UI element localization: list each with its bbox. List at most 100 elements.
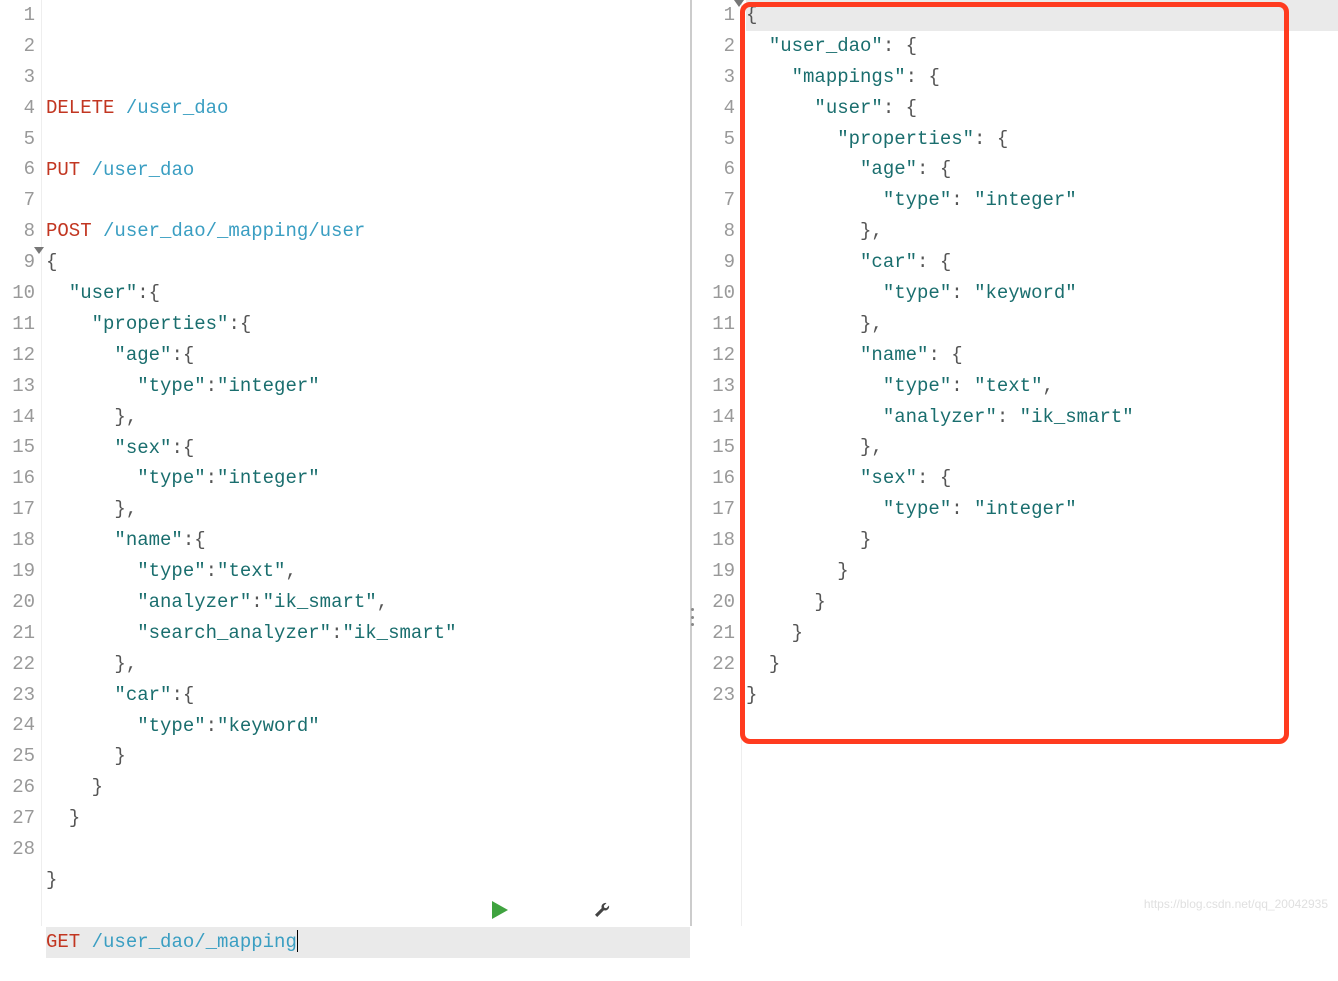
code-line[interactable]: POST /user_dao/_mapping/user <box>46 216 690 247</box>
code-line[interactable]: DELETE /user_dao <box>46 93 690 124</box>
code-line[interactable]: }, <box>746 309 1338 340</box>
response-gutter: 1234567891011121314151617181920212223 <box>692 0 742 926</box>
line-number: 9 <box>0 247 35 278</box>
code-line[interactable]: } <box>46 865 690 896</box>
code-line[interactable]: "name": { <box>746 340 1338 371</box>
request-gutter: 1234567891011121314151617181920212223242… <box>0 0 42 926</box>
code-line[interactable]: "search_analyzer":"ik_smart" <box>46 618 690 649</box>
code-line[interactable]: "user": { <box>746 93 1338 124</box>
code-line[interactable]: }, <box>46 402 690 433</box>
code-line[interactable]: "car":{ <box>46 680 690 711</box>
code-line[interactable]: } <box>746 649 1338 680</box>
line-number: 16 <box>0 463 35 494</box>
fold-caret-icon[interactable] <box>34 247 44 254</box>
watermark-text: https://blog.csdn.net/qq_20042935 <box>1144 889 1328 920</box>
code-line[interactable]: "type":"text", <box>46 556 690 587</box>
code-line[interactable]: "analyzer": "ik_smart" <box>746 402 1338 433</box>
code-line[interactable]: } <box>746 587 1338 618</box>
line-number: 8 <box>0 216 35 247</box>
code-line[interactable]: "type": "integer" <box>746 494 1338 525</box>
line-number: 10 <box>0 278 35 309</box>
code-line[interactable]: } <box>46 803 690 834</box>
line-number: 4 <box>692 93 735 124</box>
line-number: 7 <box>692 185 735 216</box>
code-line[interactable]: "type": "text", <box>746 371 1338 402</box>
line-number: 12 <box>0 340 35 371</box>
code-line[interactable]: } <box>746 618 1338 649</box>
line-number: 11 <box>692 309 735 340</box>
fold-caret-icon[interactable] <box>734 0 744 7</box>
line-number: 24 <box>0 710 35 741</box>
code-line[interactable]: }, <box>46 649 690 680</box>
line-number: 23 <box>0 680 35 711</box>
code-line[interactable]: "user":{ <box>46 278 690 309</box>
code-line[interactable]: "type":"keyword" <box>46 711 690 742</box>
code-line[interactable] <box>46 896 690 927</box>
code-line[interactable]: PUT /user_dao <box>46 155 690 186</box>
line-number: 7 <box>0 185 35 216</box>
code-line[interactable]: "sex": { <box>746 463 1338 494</box>
code-line[interactable]: } <box>46 741 690 772</box>
code-line[interactable]: "type": "keyword" <box>746 278 1338 309</box>
code-line[interactable]: "user_dao": { <box>746 31 1338 62</box>
line-number: 3 <box>0 62 35 93</box>
code-line[interactable]: GET /user_dao/_mapping <box>46 927 690 958</box>
line-number: 8 <box>692 216 735 247</box>
code-line[interactable]: "type": "integer" <box>746 185 1338 216</box>
line-number: 1 <box>0 0 35 31</box>
line-number: 21 <box>692 618 735 649</box>
code-line[interactable] <box>46 834 690 865</box>
line-number: 17 <box>0 494 35 525</box>
code-line[interactable]: { <box>46 247 690 278</box>
line-number: 9 <box>692 247 735 278</box>
code-line[interactable]: }, <box>746 216 1338 247</box>
code-line[interactable]: }, <box>46 494 690 525</box>
line-number: 23 <box>692 680 735 711</box>
line-number: 26 <box>0 772 35 803</box>
line-number: 13 <box>0 371 35 402</box>
line-number: 2 <box>0 31 35 62</box>
response-code[interactable]: { "user_dao": { "mappings": { "user": { … <box>742 0 1338 926</box>
code-line[interactable]: "car": { <box>746 247 1338 278</box>
code-line[interactable]: "name":{ <box>46 525 690 556</box>
code-line[interactable]: "properties":{ <box>46 309 690 340</box>
code-line[interactable]: { <box>746 0 1338 31</box>
line-number: 3 <box>692 62 735 93</box>
code-line[interactable]: } <box>746 556 1338 587</box>
code-line[interactable]: "analyzer":"ik_smart", <box>46 587 690 618</box>
line-number: 1 <box>692 0 735 31</box>
line-number: 14 <box>692 402 735 433</box>
code-line[interactable]: "type":"integer" <box>46 371 690 402</box>
code-line[interactable]: }, <box>746 432 1338 463</box>
line-number: 20 <box>0 587 35 618</box>
line-number: 15 <box>0 432 35 463</box>
line-number: 5 <box>0 124 35 155</box>
line-number: 28 <box>0 834 35 865</box>
code-line[interactable]: "age": { <box>746 154 1338 185</box>
line-number: 25 <box>0 741 35 772</box>
line-number: 16 <box>692 463 735 494</box>
line-number: 20 <box>692 587 735 618</box>
code-line[interactable]: "type":"integer" <box>46 463 690 494</box>
code-line[interactable]: } <box>46 772 690 803</box>
request-editor-panel[interactable]: 1234567891011121314151617181920212223242… <box>0 0 692 926</box>
response-viewer-panel[interactable]: 1234567891011121314151617181920212223 { … <box>692 0 1338 926</box>
line-number: 18 <box>692 525 735 556</box>
line-number: 11 <box>0 309 35 340</box>
request-code[interactable]: DELETE /user_dao PUT /user_dao POST /user_… <box>42 0 690 926</box>
code-line[interactable]: "mappings": { <box>746 62 1338 93</box>
code-line[interactable]: } <box>746 680 1338 711</box>
line-number: 21 <box>0 618 35 649</box>
code-line[interactable] <box>46 185 690 216</box>
line-number: 18 <box>0 525 35 556</box>
line-number: 12 <box>692 340 735 371</box>
line-number: 15 <box>692 432 735 463</box>
code-line[interactable]: "sex":{ <box>46 433 690 464</box>
line-number: 22 <box>692 649 735 680</box>
code-line[interactable]: "age":{ <box>46 340 690 371</box>
code-line[interactable] <box>46 124 690 155</box>
splitter-handle-icon[interactable] <box>689 608 695 626</box>
code-line[interactable]: } <box>746 525 1338 556</box>
text-cursor <box>297 930 299 952</box>
code-line[interactable]: "properties": { <box>746 124 1338 155</box>
